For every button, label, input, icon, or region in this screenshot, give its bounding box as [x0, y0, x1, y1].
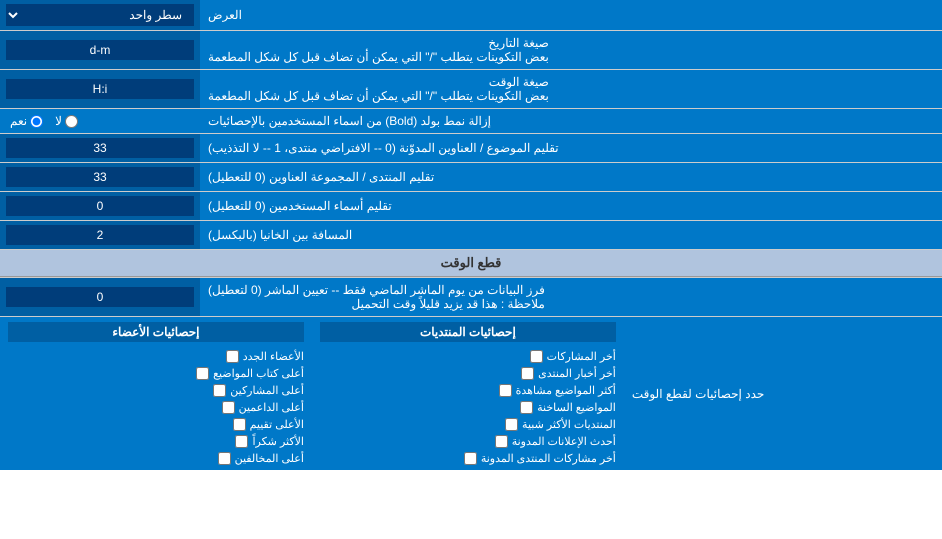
topic-titles-cell: [0, 134, 200, 162]
bold-label: إزالة نمط بولد (Bold) من اسماء المستخدمي…: [200, 109, 942, 133]
checkbox-top-supporters[interactable]: أعلى الداعمين: [8, 401, 304, 414]
bold-radio-yes[interactable]: نعم: [10, 114, 43, 128]
date-format-label: صيغة التاريخ بعض التكوينات يتطلب "/" الت…: [200, 31, 942, 69]
date-format-cell: [0, 31, 200, 69]
checkbox-top-topic-writers[interactable]: أعلى كتاب المواضيع: [8, 367, 304, 380]
cutoff-label: فرز البيانات من يوم الماشر الماضي فقط --…: [200, 278, 942, 316]
member-stats-title: إحصائيات الأعضاء: [8, 322, 304, 342]
cutoff-cell: [0, 278, 200, 316]
checkbox-last-posts[interactable]: أخر المشاركات: [320, 350, 616, 363]
checkbox-last-forum-posts[interactable]: أخر مشاركات المنتدى المدونة: [320, 452, 616, 465]
time-format-input[interactable]: [6, 79, 194, 99]
usernames-input[interactable]: [6, 196, 194, 216]
cutoff-section-header: قطع الوقت: [0, 250, 942, 277]
checkbox-most-thanked[interactable]: الأكثر شكراً: [8, 435, 304, 448]
checkbox-top-violators[interactable]: أعلى المخالفين: [8, 452, 304, 465]
bold-radio-no[interactable]: لا: [55, 114, 78, 128]
usernames-label: تقليم أسماء المستخدمين (0 للتعطيل): [200, 192, 942, 220]
display-mode-select[interactable]: سطر واحد سطران ثلاثة أسطر: [6, 4, 194, 26]
topic-titles-label: تقليم الموضوع / العناوين المدوّنة (0 -- …: [200, 134, 942, 162]
spacing-cell: [0, 221, 200, 249]
date-format-input[interactable]: [6, 40, 194, 60]
topic-titles-input[interactable]: [6, 138, 194, 158]
checkbox-highest-rated[interactable]: الأعلى تقييم: [8, 418, 304, 431]
checkbox-hot-topics[interactable]: المواضيع الساخنة: [320, 401, 616, 414]
spacing-label: المسافة بين الخانيا (بالبكسل): [200, 221, 942, 249]
checkbox-last-news[interactable]: أخر أخبار المنتدى: [320, 367, 616, 380]
limit-label: حدد إحصائيات لقطع الوقت: [624, 317, 942, 470]
member-stats-section: إحصائيات الأعضاء الأعضاء الجدد أعلى كتاب…: [0, 317, 312, 470]
forum-titles-input[interactable]: [6, 167, 194, 187]
forum-stats-title: إحصائيات المنتديات: [320, 322, 616, 342]
forum-stats-section: إحصائيات المنتديات أخر المشاركات أخر أخب…: [312, 317, 624, 470]
cutoff-input[interactable]: [6, 287, 194, 307]
usernames-cell: [0, 192, 200, 220]
checkbox-most-viewed[interactable]: أكثر المواضيع مشاهدة: [320, 384, 616, 397]
checkbox-most-similar[interactable]: المنتديات الأكثر شبية: [320, 418, 616, 431]
forum-titles-cell: [0, 163, 200, 191]
checkbox-new-members[interactable]: الأعضاء الجدد: [8, 350, 304, 363]
display-mode-cell[interactable]: سطر واحد سطران ثلاثة أسطر: [0, 0, 200, 30]
checkbox-latest-announcements[interactable]: أحدث الإعلانات المدونة: [320, 435, 616, 448]
time-format-cell: [0, 70, 200, 108]
checkbox-top-participants[interactable]: أعلى المشاركين: [8, 384, 304, 397]
time-format-label: صيغة الوقت بعض التكوينات يتطلب "/" التي …: [200, 70, 942, 108]
page-title: العرض: [200, 0, 942, 30]
spacing-input[interactable]: [6, 225, 194, 245]
forum-titles-label: تقليم المنتدى / المجموعة العناوين (0 للت…: [200, 163, 942, 191]
bold-radio-cell: نعم لا: [0, 109, 200, 133]
